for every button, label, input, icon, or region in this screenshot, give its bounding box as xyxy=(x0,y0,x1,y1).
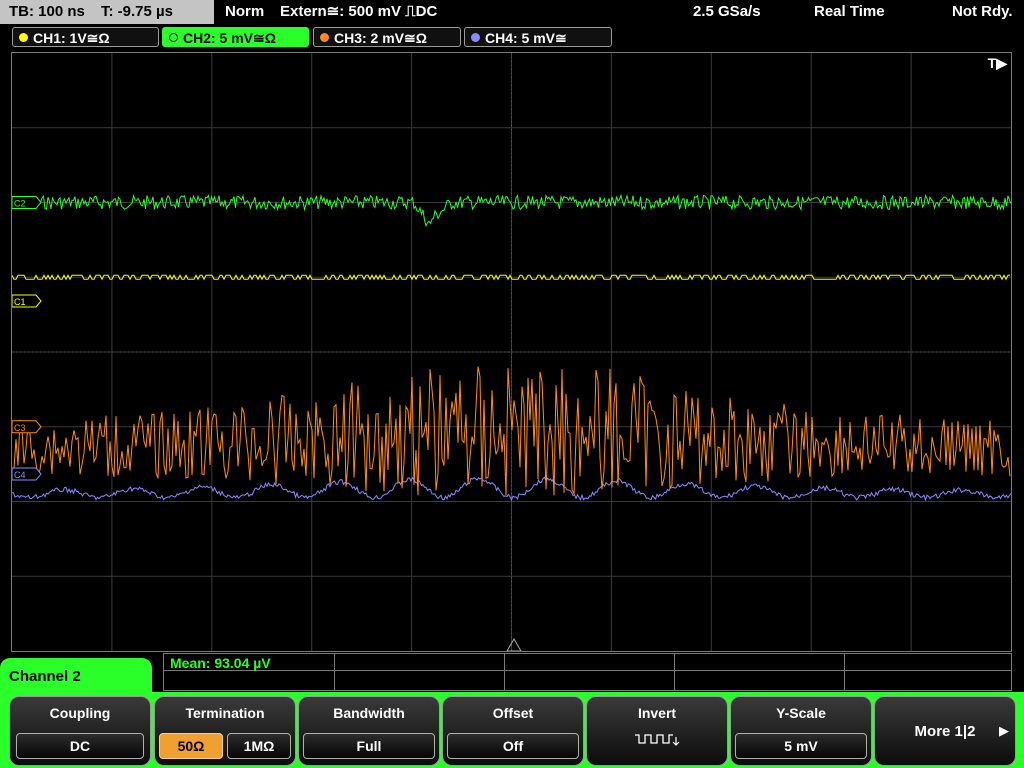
channel-1-marker-label: C1 xyxy=(14,297,26,307)
waveform-display[interactable]: C2 C1 C3 C4 T▶ xyxy=(11,52,1012,652)
bandwidth-title: Bandwidth xyxy=(333,705,405,721)
coupling-value[interactable]: DC xyxy=(16,733,144,759)
menu-tab-channel[interactable]: Channel 2 xyxy=(0,658,152,692)
timebase-value: TB: 100 ns xyxy=(9,3,85,20)
trigger-mode[interactable]: Norm xyxy=(225,0,264,24)
offset-value[interactable]: Off xyxy=(447,733,579,759)
termination-softkey[interactable]: Termination 50Ω 1MΩ xyxy=(154,696,296,766)
acquisition-mode: Real Time xyxy=(814,3,885,20)
acquisition-status: Not Rdy. xyxy=(952,3,1013,20)
invert-title: Invert xyxy=(637,705,677,721)
offset-title: Offset xyxy=(492,705,534,721)
trigger-source[interactable]: Extern≅: 500 mV ⎍DC xyxy=(280,0,437,24)
y-scale-value[interactable]: 5 mV xyxy=(735,733,867,759)
channel-2-marker-label: C2 xyxy=(14,199,26,209)
y-scale-softkey[interactable]: Y-Scale 5 mV xyxy=(730,696,872,766)
more-label: More 1|2 xyxy=(914,723,976,740)
channel-3-button[interactable]: CH3: 2 mV≅Ω xyxy=(313,27,461,47)
channel-3-label: CH3: 2 mV≅Ω xyxy=(334,30,427,46)
graticule: C2 C1 C3 C4 xyxy=(12,53,1011,651)
status-bar: TB: 100 ns T: -9.75 µs Norm Extern≅: 500… xyxy=(0,0,1024,24)
channel-1-color-icon xyxy=(19,33,28,42)
channel-2-label: CH2: 5 mV≅Ω xyxy=(183,30,276,46)
invert-softkey[interactable]: Invert xyxy=(586,696,728,766)
channel-4-label: CH4: 5 mV≅ xyxy=(485,30,567,46)
channel-3-marker-label: C3 xyxy=(14,423,26,433)
channel-2-color-icon xyxy=(169,33,178,42)
measurement-divider xyxy=(164,670,1011,671)
channel-1-marker[interactable]: C1 xyxy=(12,294,42,308)
menu-tab-label: Channel 2 xyxy=(9,668,81,685)
measurement-panel: Mean: 93.04 µV xyxy=(163,653,1012,691)
termination-title: Termination xyxy=(185,705,265,721)
measurement-divider xyxy=(334,654,335,690)
channel-1-button[interactable]: CH1: 1V≅Ω xyxy=(12,27,159,47)
channel-2-marker[interactable]: C2 xyxy=(12,196,42,209)
termination-50ohm-option[interactable]: 50Ω xyxy=(159,733,223,759)
coupling-softkey[interactable]: Coupling DC xyxy=(9,696,151,766)
measurement-mean: Mean: 93.04 µV xyxy=(170,655,271,671)
channel-4-marker[interactable]: C4 xyxy=(12,467,42,481)
channel-4-color-icon xyxy=(471,33,480,42)
termination-1mohm-option[interactable]: 1MΩ xyxy=(227,733,291,759)
coupling-title: Coupling xyxy=(49,705,111,721)
channel-1-label: CH1: 1V≅Ω xyxy=(33,30,110,46)
bandwidth-softkey[interactable]: Bandwidth Full xyxy=(298,696,440,766)
sample-rate: 2.5 GSa/s xyxy=(693,3,761,20)
trigger-position-marker xyxy=(506,638,522,651)
timebase-box[interactable]: TB: 100 ns T: -9.75 µs xyxy=(0,0,214,24)
trigger-arrow-icon: T▶ xyxy=(987,55,1007,71)
more-softkey[interactable]: More 1|2 ▶ xyxy=(874,696,1016,766)
arrow-right-icon: ▶ xyxy=(999,723,1009,738)
measurement-divider xyxy=(674,654,675,690)
trigger-time-value: T: -9.75 µs xyxy=(101,3,174,20)
bandwidth-value[interactable]: Full xyxy=(303,733,435,759)
channel-4-button[interactable]: CH4: 5 mV≅ xyxy=(464,27,612,47)
offset-softkey[interactable]: Offset Off xyxy=(442,696,584,766)
channel-4-marker-label: C4 xyxy=(14,470,26,480)
channel-2-button[interactable]: CH2: 5 mV≅Ω xyxy=(162,27,309,47)
measurement-divider xyxy=(844,654,845,690)
measurement-divider xyxy=(504,654,505,690)
invert-waveform-icon xyxy=(635,734,680,746)
channel-3-marker[interactable]: C3 xyxy=(12,420,42,434)
y-scale-title: Y-Scale xyxy=(776,705,826,721)
channel-3-color-icon xyxy=(320,33,329,42)
